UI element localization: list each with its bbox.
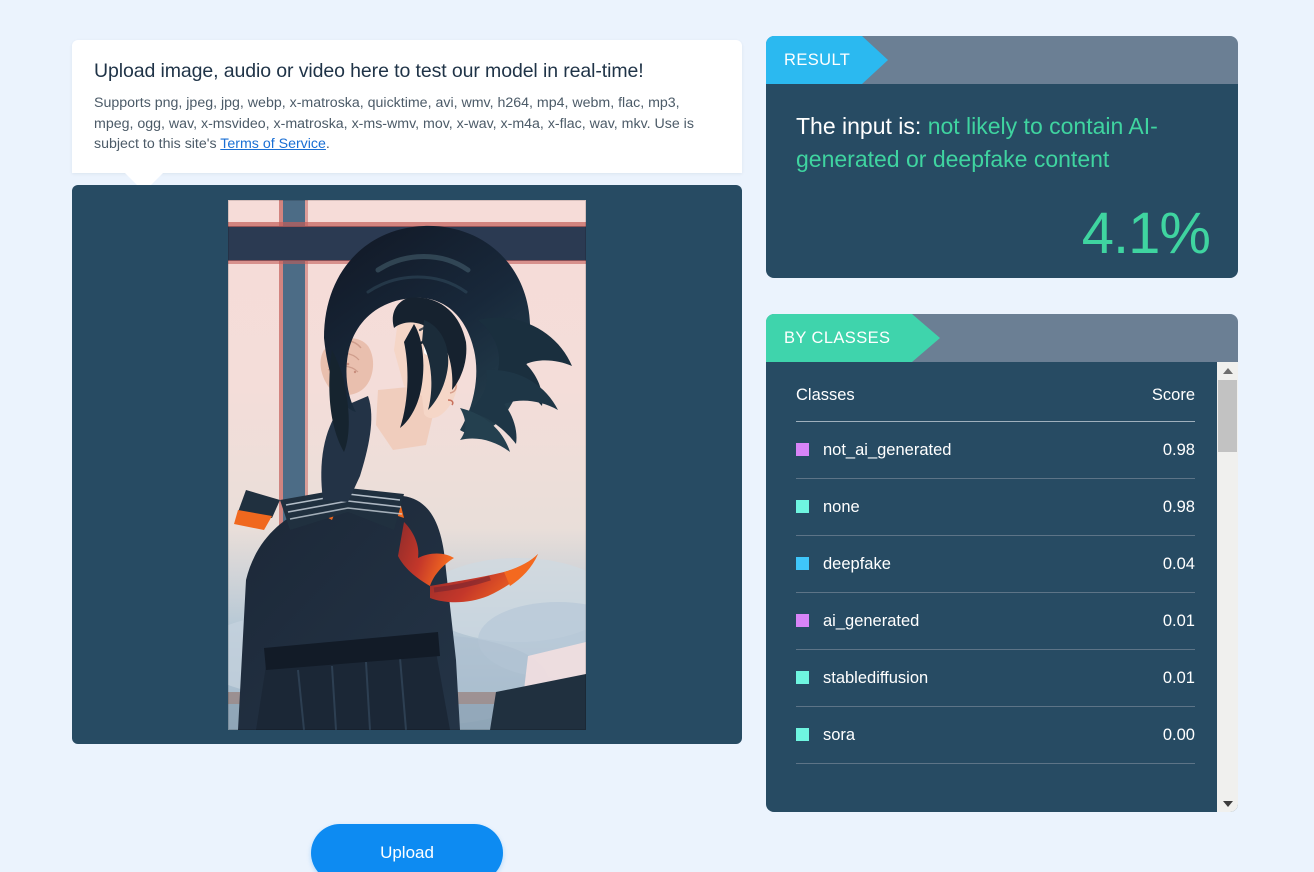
class-label: deepfake [823, 555, 891, 573]
table-row: stablediffusion 0.01 [796, 649, 1195, 707]
class-color-swatch-icon [796, 500, 809, 513]
result-statement: The input is: not likely to contain AI-g… [796, 110, 1208, 176]
class-score-cell: 0.98 [1108, 478, 1195, 536]
left-column: Upload image, audio or video here to tes… [72, 40, 742, 872]
classes-table-wrap: Classes Score not_ai_generated 0.98 none 0.… [766, 362, 1217, 812]
result-tag-label: RESULT [766, 36, 862, 84]
result-panel-header: RESULT [766, 36, 1238, 84]
column-header-score: Score [1108, 362, 1195, 422]
classes-tag-arrow-icon [912, 314, 940, 362]
class-score-cell: 0.04 [1108, 535, 1195, 593]
class-label: ai_generated [823, 612, 920, 630]
classes-scrollbar[interactable] [1217, 362, 1238, 812]
image-preview-card[interactable] [72, 185, 742, 744]
by-classes-panel: BY CLASSES Classes Score not_ai_generate… [766, 314, 1238, 812]
scrollbar-thumb[interactable] [1218, 380, 1237, 452]
result-panel-body: The input is: not likely to contain AI-g… [766, 84, 1238, 278]
class-color-swatch-icon [796, 443, 809, 456]
supported-formats-suffix: . [325, 136, 330, 152]
class-name-cell: ai_generated [796, 592, 1109, 650]
class-color-swatch-icon [796, 728, 809, 741]
class-label: none [823, 498, 860, 516]
class-name-cell: not_ai_generated [796, 421, 1109, 479]
classes-tag-label: BY CLASSES [766, 314, 912, 362]
result-prefix: The input is: [796, 113, 928, 139]
class-name-cell: stablediffusion [796, 649, 1109, 707]
result-panel: RESULT The input is: not likely to conta… [766, 36, 1238, 278]
terms-of-service-link[interactable]: Terms of Service [220, 136, 326, 152]
column-header-classes: Classes [796, 362, 1109, 422]
supported-formats-prefix: Supports png, jpeg, jpg, webp, x-matrosk… [94, 95, 694, 152]
class-color-swatch-icon [796, 614, 809, 627]
upload-info-card: Upload image, audio or video here to tes… [72, 40, 742, 192]
app-root: Upload image, audio or video here to tes… [0, 0, 1314, 872]
class-score-cell: 0.01 [1108, 649, 1195, 707]
class-label: not_ai_generated [823, 441, 952, 459]
class-label: sora [823, 726, 856, 744]
class-color-swatch-icon [796, 671, 809, 684]
classes-panel-header: BY CLASSES [766, 314, 1238, 362]
classes-panel-body: Classes Score not_ai_generated 0.98 none 0.… [766, 362, 1238, 812]
class-color-swatch-icon [796, 557, 809, 570]
classes-table-body: not_ai_generated 0.98 none 0.98 deepfake 0.04… [796, 421, 1195, 764]
class-score-cell: 0.00 [1108, 706, 1195, 764]
result-tag-arrow-icon [862, 36, 888, 84]
table-row: ai_generated 0.01 [796, 592, 1195, 650]
class-score-cell: 0.01 [1108, 592, 1195, 650]
page-title: Upload image, audio or video here to tes… [94, 60, 644, 82]
result-percentage: 4.1% [1081, 201, 1211, 266]
classes-table: Classes Score not_ai_generated 0.98 none 0.… [796, 362, 1195, 764]
table-row: deepfake 0.04 [796, 535, 1195, 593]
table-header-row: Classes Score [796, 362, 1195, 422]
preview-image [228, 199, 586, 730]
scroll-up-icon[interactable] [1217, 362, 1238, 379]
class-name-cell: none [796, 478, 1109, 536]
class-score-cell: 0.98 [1108, 421, 1195, 479]
table-row: not_ai_generated 0.98 [796, 421, 1195, 479]
class-name-cell: deepfake [796, 535, 1109, 593]
class-name-cell: sora [796, 706, 1109, 764]
supported-formats-text: Supports png, jpeg, jpg, webp, x-matrosk… [94, 93, 719, 155]
scroll-down-icon[interactable] [1217, 795, 1238, 812]
upload-button-wrap: Upload [72, 784, 742, 872]
table-row: none 0.98 [796, 478, 1195, 536]
upload-button[interactable]: Upload [311, 824, 503, 872]
class-label: stablediffusion [823, 669, 929, 687]
table-row: sora 0.00 [796, 706, 1195, 764]
